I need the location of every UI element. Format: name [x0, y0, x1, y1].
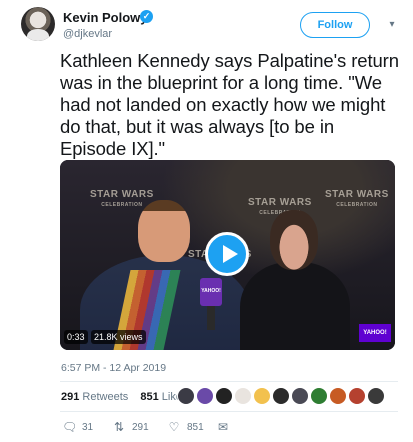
- video-player[interactable]: STAR WARSCELEBRATION STAR WARSCELEBRATIO…: [60, 160, 395, 350]
- backdrop-logo: STAR WARSCELEBRATION: [325, 189, 389, 209]
- liker-avatar[interactable]: [348, 387, 366, 405]
- tweet-card: Kevin Polowy ✓ @djkevlar Follow ▾ Kathle…: [0, 0, 413, 442]
- tweet-timestamp[interactable]: 6:57 PM - 12 Apr 2019: [61, 362, 166, 374]
- liker-avatar[interactable]: [310, 387, 328, 405]
- interviewee-figure: [240, 262, 350, 350]
- verified-icon: ✓: [140, 10, 153, 23]
- author-handle[interactable]: @djkevlar: [63, 28, 112, 40]
- reply-icon: 🗨: [62, 420, 78, 434]
- liker-avatar[interactable]: [253, 387, 271, 405]
- engagement-stats: 291 Retweets 851 Likes: [61, 391, 187, 403]
- liker-avatar[interactable]: [291, 387, 309, 405]
- retweet-icon: ⇅: [113, 420, 125, 434]
- retweets-stat[interactable]: 291 Retweets: [61, 391, 128, 403]
- liker-avatar[interactable]: [177, 387, 195, 405]
- author-name[interactable]: Kevin Polowy: [63, 10, 148, 25]
- message-button[interactable]: ✉: [216, 419, 230, 435]
- interviewee-head: [270, 210, 318, 270]
- divider: [60, 411, 398, 412]
- chevron-down-icon[interactable]: ▾: [386, 19, 398, 31]
- video-duration: 0:33: [64, 330, 88, 344]
- reply-button[interactable]: 🗨 31: [62, 419, 93, 435]
- retweet-button[interactable]: ⇅ 291: [112, 419, 149, 435]
- microphone-handle: [207, 305, 215, 330]
- play-icon[interactable]: [205, 232, 249, 276]
- liker-avatar[interactable]: [272, 387, 290, 405]
- envelope-icon: ✉: [217, 420, 229, 434]
- tweet-text: Kathleen Kennedy says Palpatine's return…: [60, 50, 399, 159]
- heart-icon: ♡: [168, 420, 180, 434]
- liker-avatar[interactable]: [196, 387, 214, 405]
- yahoo-logo: YAHOO!: [359, 324, 391, 342]
- avatar[interactable]: [21, 7, 55, 41]
- divider: [60, 381, 398, 382]
- microphone: YAHOO!: [200, 278, 222, 306]
- interviewer-head: [138, 200, 190, 262]
- liker-avatar[interactable]: [215, 387, 233, 405]
- follow-button[interactable]: Follow: [300, 12, 370, 38]
- liker-avatar[interactable]: [234, 387, 252, 405]
- liker-avatar[interactable]: [329, 387, 347, 405]
- like-button[interactable]: ♡ 851: [167, 419, 204, 435]
- video-views: 21.8K views: [91, 330, 146, 344]
- liker-avatar[interactable]: [367, 387, 385, 405]
- liker-avatars[interactable]: [177, 387, 385, 407]
